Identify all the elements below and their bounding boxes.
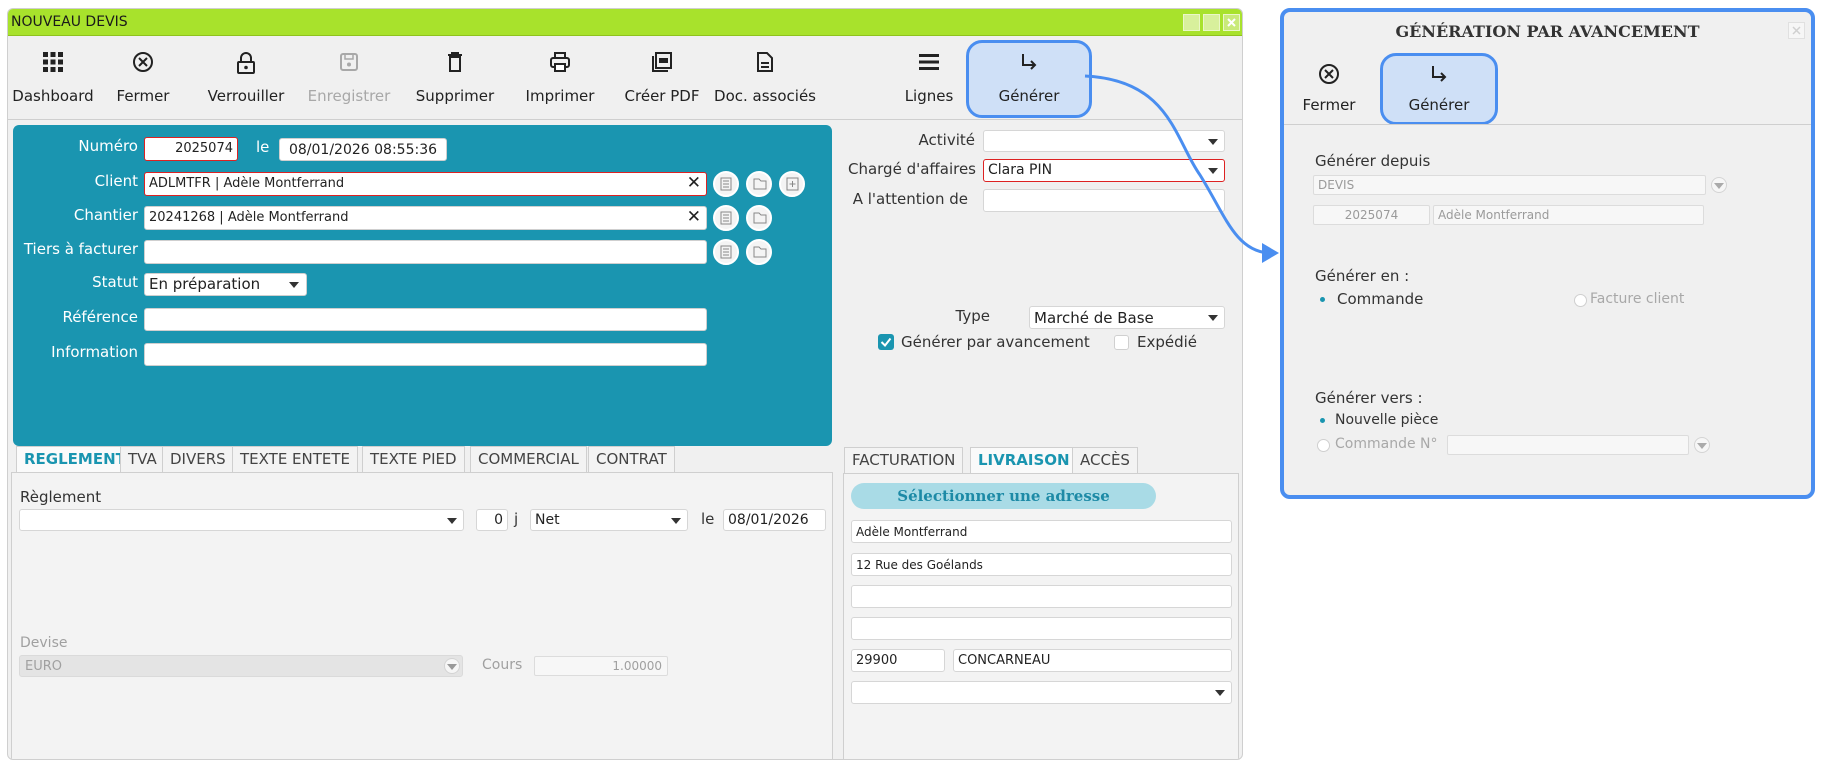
generate-to-label: Générer vers : — [1315, 389, 1423, 407]
from-name-field[interactable]: Adèle Montferrand — [1433, 205, 1704, 225]
commande-option-label: Commande — [1337, 290, 1424, 308]
dialog-toolbar-divider — [1284, 124, 1811, 125]
dialog-close-button[interactable]: Fermer — [1294, 54, 1364, 122]
from-label: Générer depuis — [1315, 152, 1431, 170]
dialog-title: GÉNÉRATION PAR AVANCEMENT — [1395, 22, 1700, 41]
x-icon — [1792, 26, 1801, 35]
generate-in-label: Générer en : — [1315, 267, 1410, 285]
chevron-down-icon — [1711, 177, 1727, 193]
commande-num-option-label: Commande N° — [1335, 436, 1438, 452]
from-type-select[interactable]: DEVIS — [1313, 175, 1727, 195]
chevron-down-icon — [1694, 437, 1710, 453]
facture-client-radio[interactable] — [1574, 294, 1587, 307]
from-number-field[interactable]: 2025074 — [1313, 205, 1430, 225]
dialog-generate-label: Générer — [1408, 96, 1470, 114]
dialog-generate-button[interactable]: Générer — [1380, 53, 1498, 125]
commande-radio[interactable] — [1317, 294, 1330, 307]
facture-client-option-label: Facture client — [1590, 291, 1685, 307]
commande-num-select[interactable] — [1447, 435, 1710, 455]
commande-num-radio[interactable] — [1317, 439, 1330, 452]
nouvelle-piece-option-label: Nouvelle pièce — [1335, 412, 1439, 428]
dialog-close-label: Fermer — [1302, 96, 1356, 114]
from-type-value: DEVIS — [1318, 178, 1355, 192]
close-circle-icon — [1319, 64, 1339, 84]
nouvelle-piece-radio[interactable] — [1317, 415, 1330, 428]
arrow-turn-right-icon — [1432, 66, 1447, 82]
dialog-close-x-button[interactable] — [1788, 22, 1805, 39]
generation-dialog: GÉNÉRATION PAR AVANCEMENT Fermer Générer… — [1280, 8, 1815, 499]
